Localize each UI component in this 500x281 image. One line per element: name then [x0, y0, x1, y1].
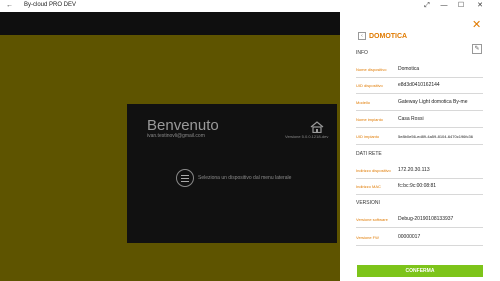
field-value: Casa Rossi	[398, 116, 424, 122]
field-value: Debug-20190108133937	[398, 216, 454, 222]
select-device-hint: Seleziona un dispositivo dal menu latera…	[198, 175, 292, 181]
section-info: INFO	[356, 50, 368, 56]
user-email: ivan.testinovli@gmail.com	[147, 133, 205, 139]
app-version: Versione 5.0.0.1218-dev	[285, 134, 329, 139]
field-label: Indirizzo dispositivo	[356, 168, 391, 173]
row-divider	[356, 77, 483, 78]
field-value: 172.20.30.113	[398, 167, 430, 173]
field-label: Versione software	[356, 217, 388, 222]
field-value: 5e8b0e56-ed89-4a59-8104-6470c196fc36	[398, 134, 473, 139]
row-divider	[356, 178, 483, 179]
welcome-panel: Benvenuto ivan.testinovli@gmail.com Vers…	[127, 104, 337, 243]
section-versions: VERSIONI	[356, 200, 380, 206]
info-row-model: Modello Gateway Light domotica By-me	[356, 98, 483, 111]
row-divider	[356, 144, 483, 145]
field-value: 00000017	[398, 234, 421, 240]
top-navigation-bar	[0, 12, 340, 37]
row-divider	[356, 127, 483, 128]
window-titlebar: ← By-cloud PRO DEV ⤢ — ☐ ✕	[0, 0, 500, 12]
maximize-button[interactable]: ☐	[454, 1, 468, 11]
info-row-plant-uid: UID impianto 5e8b0e56-ed89-4a59-8104-647…	[356, 132, 483, 145]
info-row-device-uid: UID dispositivo e8d3d0410162144	[356, 81, 483, 94]
panel-title: DOMOTICA	[369, 33, 408, 40]
close-window-button[interactable]: ✕	[473, 1, 487, 11]
field-value: Domotica	[398, 66, 420, 72]
row-divider	[356, 194, 483, 195]
field-label: UID impianto	[356, 134, 380, 139]
minimize-button[interactable]: —	[437, 1, 451, 11]
version-row-firmware: Versione FW 00000017	[356, 233, 483, 246]
field-label: Indirizzo MAC	[356, 184, 381, 189]
row-divider	[356, 110, 483, 111]
info-row-plant-name: Nome impianto Casa Rossi	[356, 115, 483, 128]
row-divider	[356, 93, 483, 94]
edit-icon[interactable]: ✎	[472, 44, 482, 54]
version-row-software: Versione software Debug-20190108133937	[356, 215, 483, 228]
field-label: Nome dispositivo	[356, 67, 387, 72]
close-icon[interactable]: ✕	[472, 19, 481, 31]
window-title: By-cloud PRO DEV	[24, 2, 77, 8]
home-icon[interactable]	[310, 121, 324, 133]
menu-icon[interactable]	[176, 169, 194, 187]
field-label: Nome impianto	[356, 117, 383, 122]
section-network: DATI RETE	[356, 151, 382, 157]
welcome-title: Benvenuto	[147, 117, 219, 134]
field-value: Gateway Light domotica By-me	[398, 99, 468, 105]
row-divider	[356, 245, 483, 246]
panel-back-icon[interactable]: ‹	[358, 32, 366, 40]
expand-icon[interactable]: ⤢	[420, 1, 434, 11]
field-label: UID dispositivo	[356, 83, 383, 88]
network-row-mac: Indirizzo MAC fc:bc:9c:00:08:81	[356, 182, 483, 195]
device-detail-panel: ✕ ‹ DOMOTICA INFO ✎ Nome dispositivo Dom…	[340, 12, 500, 281]
field-label: Versione FW	[356, 235, 379, 240]
field-label: Modello	[356, 100, 371, 105]
back-arrow-icon[interactable]: ←	[6, 2, 13, 10]
row-divider	[356, 227, 483, 228]
field-value: fc:bc:9c:00:08:81	[398, 183, 437, 189]
info-row-device-name: Nome dispositivo Domotica	[356, 65, 483, 78]
confirm-button[interactable]: CONFERMA	[357, 265, 483, 277]
field-value: e8d3d0410162144	[398, 82, 440, 88]
network-row-address: Indirizzo dispositivo 172.20.30.113	[356, 166, 483, 179]
